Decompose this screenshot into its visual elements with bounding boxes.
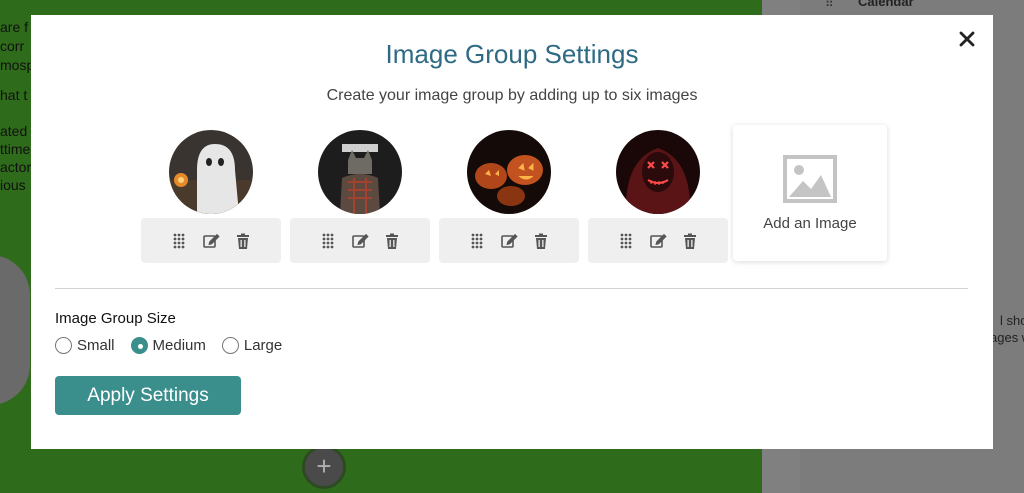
image-group-size-label: Image Group Size (55, 310, 176, 327)
edit-icon[interactable] (500, 232, 518, 250)
radio-large[interactable] (221, 337, 239, 354)
werewolf-photo (318, 130, 402, 214)
image-placeholder-icon (783, 155, 837, 203)
radio-label: Medium (152, 337, 206, 354)
background-add-block-button[interactable]: + (302, 445, 346, 489)
background-sidebar-item: Calendar (858, 0, 914, 9)
size-option-small[interactable]: Small (55, 337, 115, 354)
radio-medium[interactable] (130, 337, 148, 354)
trash-icon[interactable] (681, 232, 699, 250)
edit-icon[interactable] (649, 232, 667, 250)
drag-handle-icon[interactable] (170, 232, 188, 250)
size-option-large[interactable]: Large (221, 337, 283, 354)
background-text-line: actor (0, 159, 32, 175)
add-image-button[interactable]: Add an Image (733, 125, 887, 261)
image-toolbar (439, 218, 579, 263)
trash-icon[interactable] (532, 232, 550, 250)
background-text-line: ious (0, 177, 26, 193)
background-drag-icon: ⠿ (825, 0, 834, 10)
radio-label: Large (243, 337, 283, 354)
image-group-settings-modal: Image Group Settings Create your image g… (31, 15, 993, 449)
masked-figure-photo (616, 130, 700, 214)
radio-label: Small (77, 337, 115, 354)
edit-icon[interactable] (202, 232, 220, 250)
background-text-line: mosp (0, 57, 35, 73)
background-text-line: ttime (0, 141, 31, 157)
background-text-line: corr (0, 38, 25, 54)
image-slot-4 (588, 127, 728, 263)
background-text-line: ated l (0, 123, 35, 139)
ghost-photo (169, 130, 253, 214)
image-toolbar (588, 218, 728, 263)
add-image-label: Add an Image (763, 215, 857, 232)
drag-handle-icon[interactable] (319, 232, 337, 250)
modal-subtitle: Create your image group by adding up to … (326, 87, 698, 104)
image-group-size-options: Small Medium Large (55, 337, 298, 354)
background-text-line: are f (0, 19, 29, 35)
drag-handle-icon[interactable] (468, 232, 486, 250)
image-toolbar (290, 218, 430, 263)
image-toolbar (141, 218, 281, 263)
image-slot-1 (141, 127, 281, 263)
image-slot-3 (439, 127, 579, 263)
background-sidebar-text: l sho (1000, 313, 1024, 328)
background-image (0, 255, 30, 405)
background-sidebar-text: ages w (990, 330, 1024, 345)
radio-small[interactable] (55, 337, 72, 354)
edit-icon[interactable] (351, 232, 369, 250)
drag-handle-icon[interactable] (617, 232, 635, 250)
trash-icon[interactable] (234, 232, 252, 250)
modal-title: Image Group Settings (385, 39, 639, 69)
image-slot-2 (290, 127, 430, 263)
trash-icon[interactable] (383, 232, 401, 250)
divider (55, 288, 968, 289)
apply-settings-button[interactable]: Apply Settings (55, 376, 241, 415)
size-option-medium[interactable]: Medium (130, 337, 206, 354)
background-text-line: hat t (0, 87, 28, 103)
pumpkins-photo (467, 130, 551, 214)
